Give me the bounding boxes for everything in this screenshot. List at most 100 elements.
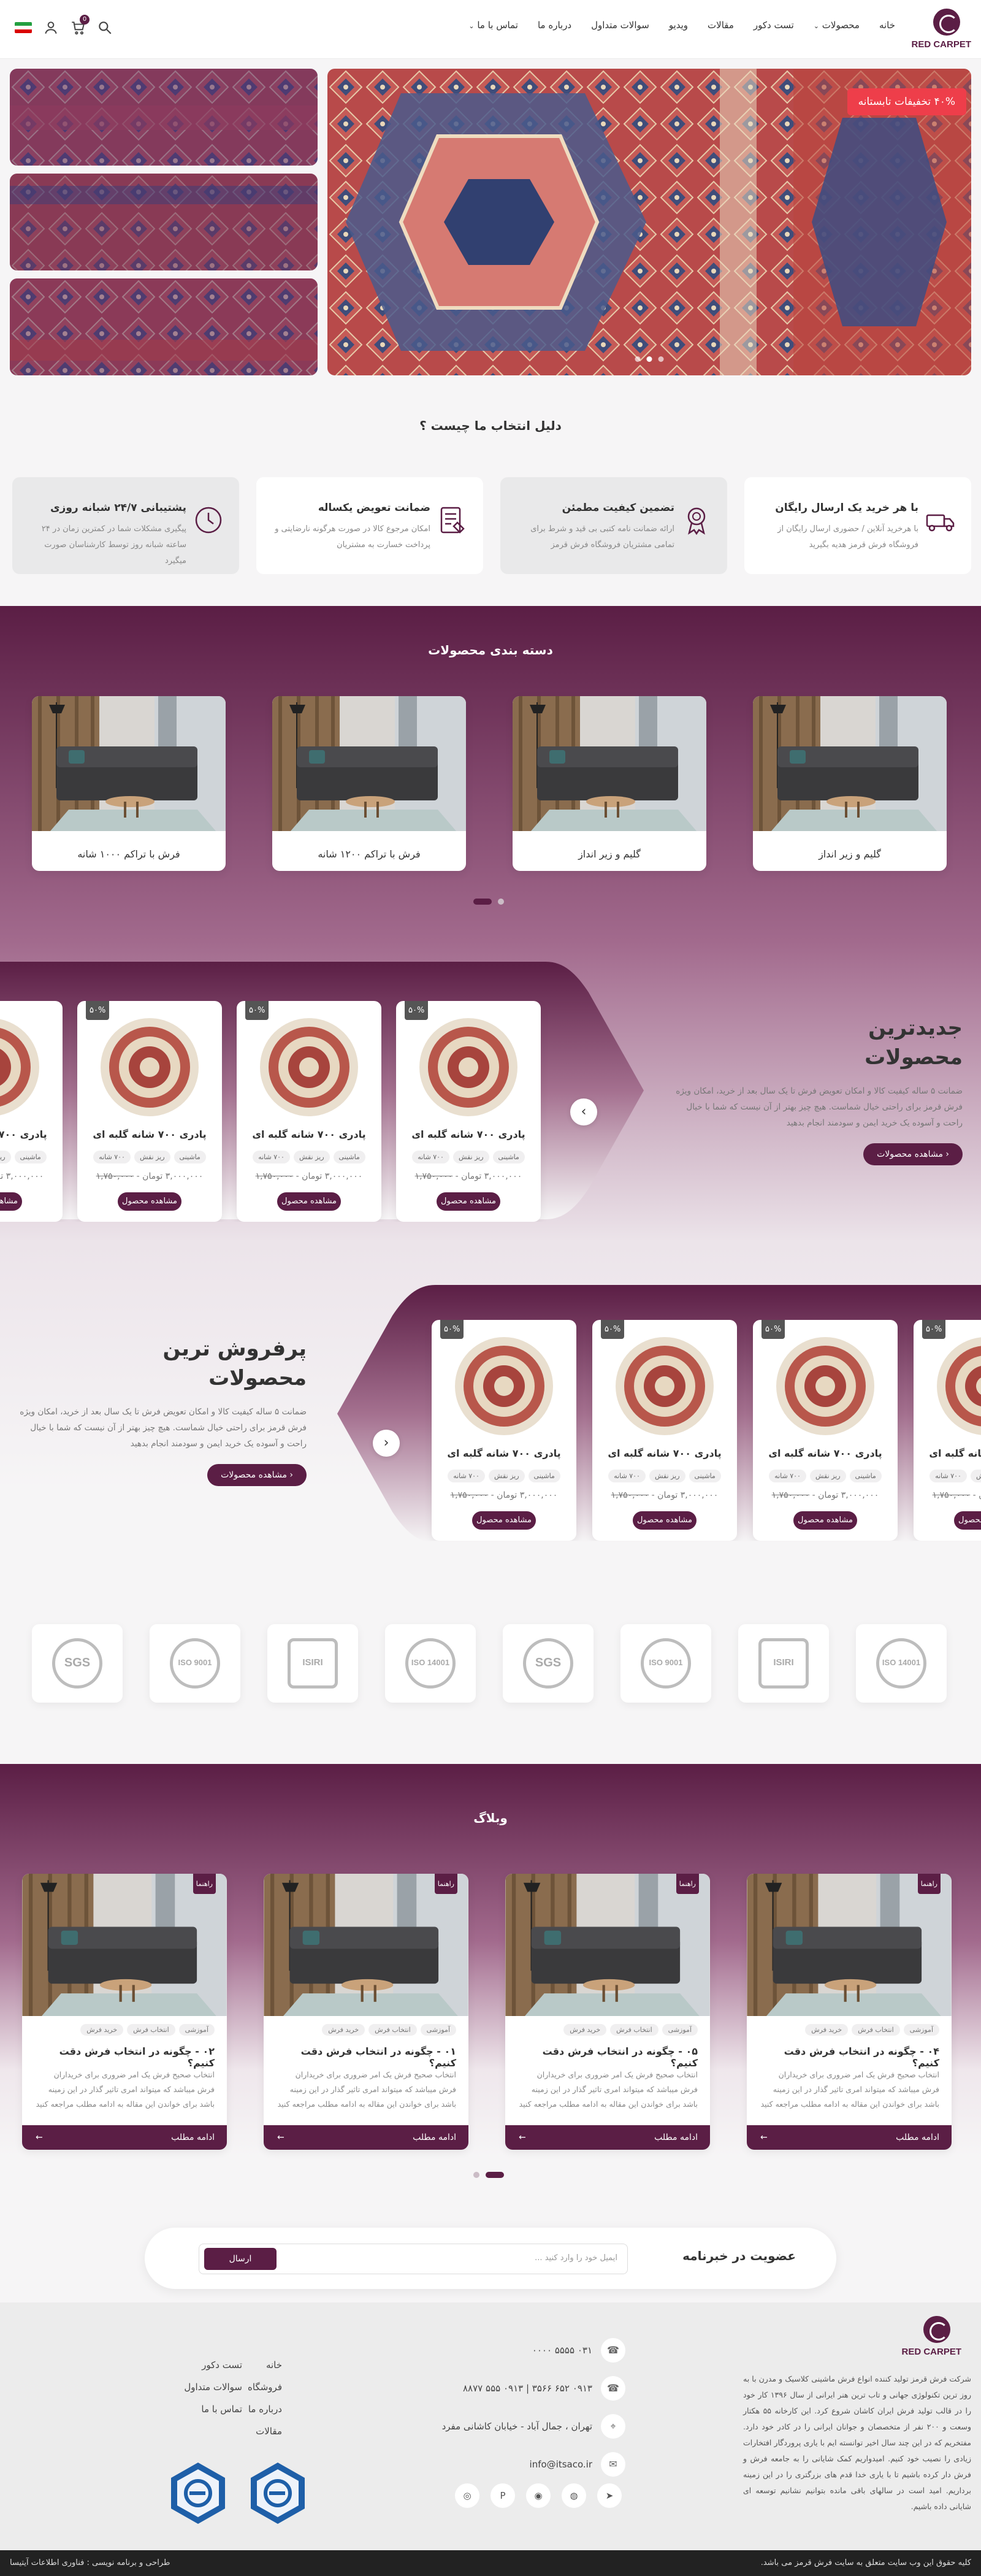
user-icon[interactable] <box>43 20 59 36</box>
hero-slider[interactable]: ۴۰% تخفیفات تابستانه <box>327 69 971 375</box>
read-more-button[interactable]: ادامه مطلب ← <box>22 2125 227 2150</box>
product-card[interactable]: ۵۰% پادری ۷۰۰ شانه گلبه ای ماشینیریز نقش… <box>237 1001 381 1222</box>
search-icon[interactable] <box>97 20 113 36</box>
blog-tag[interactable]: انتخاب فرش <box>610 2024 658 2036</box>
pinterest-icon[interactable]: P <box>490 2483 515 2508</box>
view-product-button[interactable]: مشاهده محصول <box>437 1192 500 1211</box>
designer-credit[interactable]: طراحی و برنامه نویسی : فناوری اطلاعات آی… <box>10 2550 170 2576</box>
nav-item-products[interactable]: محصولات ⌄ <box>814 20 860 31</box>
instagram-icon[interactable]: ◉ <box>526 2483 551 2508</box>
view-product-button[interactable]: مشاهده محصول <box>793 1511 857 1530</box>
footer-link-shop[interactable]: فروشگاه <box>248 2376 282 2398</box>
view-product-button[interactable]: مشاهده محصول <box>118 1192 181 1211</box>
product-card[interactable]: ۵۰% پادری ۷۰۰ شانه گلبه ای ماشینیریز نقش… <box>592 1320 737 1541</box>
nav-item-home[interactable]: خانه <box>879 20 895 31</box>
blog-post-title[interactable]: ۰۱ - چگونه در انتخاب فرش دقت کنیم؟ <box>276 2045 456 2069</box>
blog-tag[interactable]: خرید فرش <box>563 2024 607 2036</box>
globe-icon[interactable]: ◍ <box>562 2483 586 2508</box>
category-card[interactable]: گلیم و زیر انداز <box>753 696 947 871</box>
site-logo[interactable]: RED CARPET <box>911 9 971 52</box>
carousel-prev-arrow-icon[interactable]: ‹ <box>373 1430 400 1457</box>
product-card[interactable]: ۵۰% پادری ۷۰۰ شانه گلبه ای ماشینیریز نقش… <box>914 1320 981 1541</box>
blog-card[interactable]: راهنما آموزشی انتخاب فرش خرید فرش ۰۲ - چگو… <box>22 1874 227 2150</box>
blog-tag[interactable]: خرید فرش <box>322 2024 365 2036</box>
telegram-icon[interactable]: ➤ <box>597 2483 622 2508</box>
blog-tag[interactable]: خرید فرش <box>805 2024 849 2036</box>
blog-tag[interactable]: انتخاب فرش <box>852 2024 900 2036</box>
product-card[interactable]: ۵۰% پادری ۷۰۰ شانه گلبه ای ماشینیریز نقش… <box>753 1320 898 1541</box>
language-flag-icon[interactable] <box>15 22 32 33</box>
site-footer: RED CARPET شرکت فرش قرمز تولید کننده انو… <box>0 2302 981 2550</box>
nav-item-faq[interactable]: سوالات متداول <box>591 20 649 31</box>
category-card[interactable]: فرش با تراکم ۱۲۰۰ شانه <box>272 696 466 871</box>
view-product-button[interactable]: مشاهده محصول <box>0 1192 22 1211</box>
slider-dot[interactable] <box>635 356 641 362</box>
rug-banner-image <box>10 278 318 375</box>
blog-post-title[interactable]: ۰۲ - چگونه در انتخاب فرش دقت کنیم؟ <box>34 2045 215 2069</box>
nav-item-video[interactable]: ویدیو <box>669 20 688 31</box>
category-card[interactable]: فرش با تراکم ۱۰۰۰ شانه <box>32 696 226 871</box>
pager-dot[interactable] <box>498 899 504 905</box>
carousel-next-arrow-icon[interactable]: › <box>570 1098 597 1125</box>
view-product-button[interactable]: مشاهده محصول <box>472 1511 536 1530</box>
product-title: پادری ۷۰۰ شانه گلبه ای <box>252 1129 366 1140</box>
read-more-button[interactable]: ادامه مطلب ← <box>747 2125 952 2150</box>
view-all-products-button[interactable]: ‹ مشاهده محصولات <box>207 1464 307 1486</box>
pager-dot-active[interactable] <box>486 2172 504 2178</box>
pager-dot-active[interactable] <box>473 899 492 905</box>
hero-side-banner[interactable] <box>10 174 318 270</box>
product-card[interactable]: ۵۰% پادری ۷۰۰ شانه گلبه ای ماشینیریز نقش… <box>77 1001 222 1222</box>
certificate-logo: ISIRI <box>267 1624 358 1703</box>
summer-sale-badge[interactable]: ۴۰% تخفیفات تابستانه <box>847 88 966 115</box>
view-product-button[interactable]: مشاهده محصول <box>633 1511 697 1530</box>
footer-phone[interactable]: ۰۳۱ ۵۵۵۵ ۰۰۰۰ <box>532 2345 592 2356</box>
product-card[interactable]: ۵۰% پادری ۷۰۰ شانه گلبه ای ماشینیریز نقش… <box>432 1320 576 1541</box>
blog-card[interactable]: راهنما آموزشی انتخاب فرش خرید فرش ۰۱ - چگو… <box>264 1874 468 2150</box>
slider-dot[interactable] <box>658 356 664 362</box>
product-card[interactable]: ۵۰% پادری ۷۰۰ شانه گلبه ای ماشینیریز نقش… <box>0 1001 63 1222</box>
footer-logo[interactable]: RED CARPET <box>901 2316 961 2357</box>
current-price: ۳,۰۰۰,۰۰۰ تومان <box>302 1171 363 1181</box>
view-product-button[interactable]: مشاهده محصول <box>954 1511 981 1530</box>
pager-dot[interactable] <box>473 2172 479 2178</box>
view-all-products-button[interactable]: ‹ مشاهده محصولات <box>863 1143 963 1165</box>
blog-card[interactable]: راهنما آموزشی انتخاب فرش خرید فرش ۰۴ - چگو… <box>747 1874 952 2150</box>
view-product-button[interactable]: مشاهده محصول <box>277 1192 341 1211</box>
nav-item-contact[interactable]: تماس با ما ⌄ <box>468 20 518 31</box>
why-card-support: پشتیبانی ۲۴/۷ شبانه روزی پیگیری مشکلات ش… <box>12 477 239 574</box>
footer-link-decor-test[interactable]: تست دکور <box>184 2354 242 2376</box>
wifi-icon[interactable]: ◎ <box>455 2483 479 2508</box>
blog-tag[interactable]: انتخاب فرش <box>127 2024 175 2036</box>
blog-tag[interactable]: آموزشی <box>420 2024 456 2036</box>
read-more-button[interactable]: ادامه مطلب ← <box>505 2125 710 2150</box>
footer-link-about[interactable]: درباره ما <box>248 2398 282 2420</box>
product-card[interactable]: ۵۰% پادری ۷۰۰ شانه گلبه ای ماشینیریز نقش… <box>396 1001 541 1222</box>
nav-item-decor-test[interactable]: تست دکور <box>754 20 794 31</box>
blog-tag[interactable]: آموزشی <box>662 2024 698 2036</box>
cart-icon[interactable]: 0 <box>70 15 90 36</box>
footer-email[interactable]: info@itsaco.ir <box>530 2459 592 2470</box>
newsletter-email-input[interactable]: ایمیل خود را وارد کنید ... <box>535 2253 617 2263</box>
blog-post-title[interactable]: ۰۴ - چگونه در انتخاب فرش دقت کنیم؟ <box>759 2045 939 2069</box>
blog-post-title[interactable]: ۰۵ - چگونه در انتخاب فرش دقت کنیم؟ <box>517 2045 698 2069</box>
blog-tag[interactable]: آموزشی <box>903 2024 939 2036</box>
category-card[interactable]: گلیم و زیر انداز <box>513 696 706 871</box>
hero-side-banner[interactable] <box>10 69 318 166</box>
read-more-button[interactable]: ادامه مطلب ← <box>264 2125 468 2150</box>
footer-link-contact[interactable]: تماس با ما <box>184 2398 242 2420</box>
slider-dot-active[interactable] <box>646 356 652 362</box>
newsletter-submit-button[interactable]: ارسال <box>204 2248 277 2270</box>
nav-item-articles[interactable]: مقالات <box>708 20 734 31</box>
footer-link-articles[interactable]: مقالات <box>248 2420 282 2442</box>
blog-card[interactable]: راهنما آموزشی انتخاب فرش خرید فرش ۰۵ - چگو… <box>505 1874 710 2150</box>
blog-tag[interactable]: آموزشی <box>178 2024 215 2036</box>
footer-link-home[interactable]: خانه <box>248 2354 282 2376</box>
enamad-trust-badge-icon[interactable] <box>248 2461 307 2526</box>
blog-tag[interactable]: انتخاب فرش <box>368 2024 417 2036</box>
footer-mobile[interactable]: ۰۹۱۳ ۶۵۲ ۳۵۶۶ | ۰۹۱۳ ۵۵۵ ۸۸۷۷ <box>463 2383 592 2394</box>
enamad-trust-badge-icon[interactable] <box>169 2461 227 2526</box>
nav-item-about[interactable]: درباره ما <box>538 20 571 31</box>
blog-tag[interactable]: خرید فرش <box>80 2024 124 2036</box>
footer-link-faq[interactable]: سوالات متداول <box>184 2376 242 2398</box>
hero-side-banner[interactable] <box>10 278 318 375</box>
